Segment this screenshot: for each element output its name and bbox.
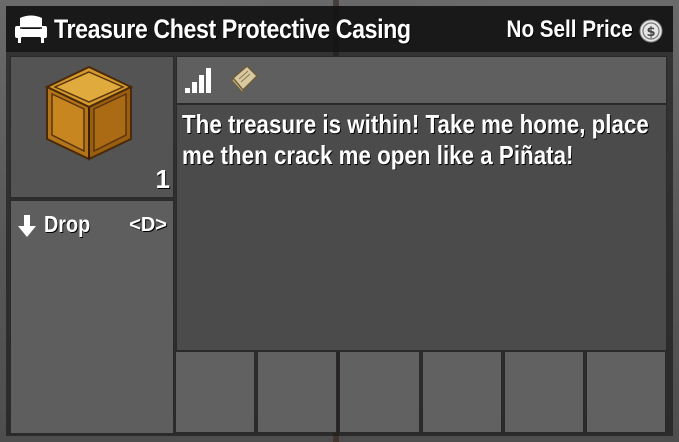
action-list: Drop <D>	[10, 200, 174, 434]
book-icon[interactable]	[229, 62, 261, 94]
mod-slot[interactable]	[585, 351, 667, 433]
coin-icon: $	[639, 19, 663, 43]
item-description: The treasure is within! Take me home, pl…	[182, 109, 649, 170]
item-preview-slot: 1	[10, 56, 174, 198]
mod-slot-row	[175, 351, 667, 433]
item-description-panel: The treasure is within! Take me home, pl…	[176, 104, 667, 351]
drop-action[interactable]: Drop <D>	[11, 209, 171, 239]
item-title: Treasure Chest Protective Casing	[54, 14, 411, 44]
mod-slot[interactable]	[503, 351, 584, 433]
mod-slot[interactable]	[175, 351, 256, 433]
mod-slot[interactable]	[257, 351, 338, 433]
down-arrow-icon	[18, 215, 36, 237]
sell-price-label: No Sell Price	[506, 16, 633, 43]
item-header: Treasure Chest Protective Casing No Sell…	[6, 6, 673, 52]
signal-bars-icon	[185, 68, 211, 93]
drop-label: Drop	[44, 211, 91, 237]
item-stats-bar	[176, 56, 667, 104]
armchair-icon	[15, 15, 47, 43]
drop-hotkey: <D>	[129, 214, 167, 236]
item-count: 1	[155, 164, 170, 194]
wooden-crate-icon	[44, 65, 134, 161]
mod-slot[interactable]	[421, 351, 502, 433]
svg-text:$: $	[646, 25, 655, 40]
mod-slot[interactable]	[339, 351, 420, 433]
